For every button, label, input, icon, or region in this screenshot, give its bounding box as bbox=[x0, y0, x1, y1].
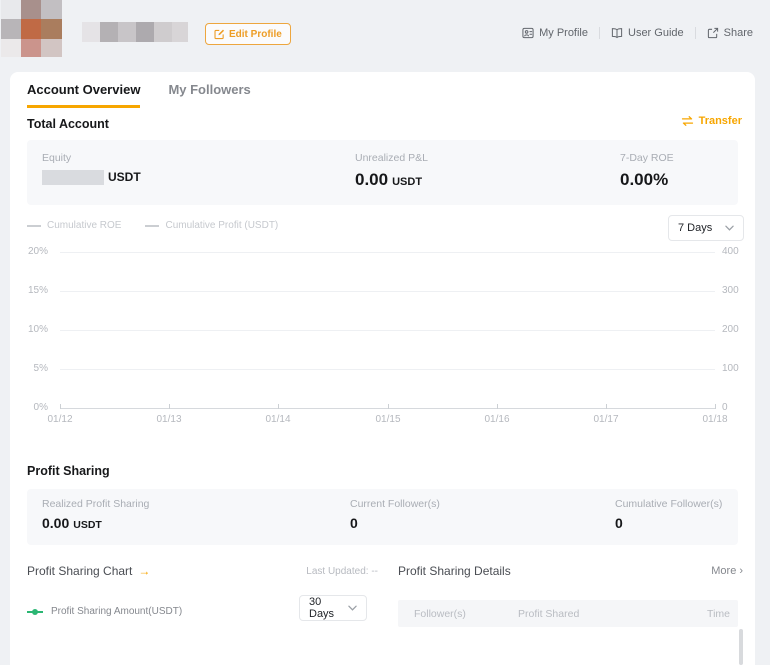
range-select-7-days-value: 7 Days bbox=[678, 222, 712, 234]
realized-profit-sharing-unit: USDT bbox=[73, 519, 102, 531]
y-right-tick: 300 bbox=[722, 285, 739, 296]
range-select-7-days[interactable]: 7 Days bbox=[668, 215, 744, 241]
edit-profile-button[interactable]: Edit Profile bbox=[205, 23, 291, 45]
y-left-tick: 0% bbox=[10, 402, 48, 413]
unrealized-pnl-unit: USDT bbox=[392, 176, 422, 188]
my-profile-label: My Profile bbox=[539, 27, 588, 39]
tab-my-followers[interactable]: My Followers bbox=[168, 82, 250, 108]
total-account-title: Total Account bbox=[27, 117, 109, 131]
header-links: My Profile User Guide Share bbox=[522, 27, 753, 39]
x-tick: 01/18 bbox=[702, 414, 727, 425]
y-left-tick: 5% bbox=[10, 363, 48, 374]
chevron-down-icon bbox=[348, 605, 357, 611]
chart-link-arrow-icon[interactable]: → bbox=[138, 564, 150, 578]
last-updated-text: Last Updated: -- bbox=[306, 566, 378, 577]
details-table-scrollbar[interactable] bbox=[739, 629, 743, 665]
x-tick: 01/16 bbox=[484, 414, 509, 425]
profit-sharing-stats-panel: Realized Profit Sharing 0.00 USDT Curren… bbox=[27, 489, 738, 545]
y-left-tick: 10% bbox=[10, 324, 48, 335]
transfer-label: Transfer bbox=[699, 115, 742, 127]
realized-profit-sharing-label: Realized Profit Sharing bbox=[42, 498, 149, 510]
account-chart-legend: Cumulative ROE Cumulative Profit (USDT) bbox=[27, 220, 278, 231]
equity-unit: USDT bbox=[108, 170, 141, 184]
y-right-tick: 400 bbox=[722, 246, 739, 257]
seven-day-roe-value: 0.00% bbox=[620, 170, 668, 190]
cumulative-followers-label: Cumulative Follower(s) bbox=[615, 498, 722, 510]
legend-cumulative-roe-label: Cumulative ROE bbox=[47, 220, 121, 231]
chevron-right-icon: › bbox=[739, 565, 743, 577]
legend-profit-sharing-amount[interactable]: Profit Sharing Amount(USDT) bbox=[27, 606, 182, 617]
details-table-header: Follower(s) Profit Shared Time bbox=[398, 600, 738, 627]
tab-account-overview[interactable]: Account Overview bbox=[27, 82, 140, 108]
line-swatch-icon bbox=[27, 225, 41, 227]
avatar bbox=[1, 0, 62, 57]
equity-value-redacted bbox=[42, 170, 104, 185]
tab-bar: Account Overview My Followers bbox=[27, 82, 251, 108]
x-tick: 01/15 bbox=[375, 414, 400, 425]
profit-sharing-amount-label: Profit Sharing Amount(USDT) bbox=[51, 606, 182, 617]
legend-cumulative-profit[interactable]: Cumulative Profit (USDT) bbox=[145, 220, 278, 231]
share-icon bbox=[707, 27, 719, 39]
range-select-30-days-value: 30 Days bbox=[309, 596, 348, 620]
user-guide-label: User Guide bbox=[628, 27, 684, 39]
x-tick: 01/14 bbox=[265, 414, 290, 425]
user-guide-link[interactable]: User Guide bbox=[611, 27, 684, 39]
profit-sharing-chart-header: Profit Sharing Chart → Last Updated: -- bbox=[27, 564, 378, 578]
my-profile-link[interactable]: My Profile bbox=[522, 27, 588, 39]
current-followers-value: 0 bbox=[350, 515, 358, 531]
line-swatch-icon bbox=[145, 225, 159, 227]
share-label: Share bbox=[724, 27, 753, 39]
legend-cumulative-profit-label: Cumulative Profit (USDT) bbox=[165, 220, 278, 231]
green-line-dot-icon bbox=[27, 611, 43, 613]
more-link[interactable]: More › bbox=[711, 565, 743, 577]
cumulative-followers-stat: Cumulative Follower(s) 0 bbox=[615, 498, 722, 531]
profit-sharing-details-header: Profit Sharing Details More › bbox=[398, 564, 743, 578]
equity-label: Equity bbox=[42, 152, 141, 164]
more-label: More bbox=[711, 565, 736, 577]
column-profit-shared: Profit Shared bbox=[518, 608, 707, 620]
chevron-down-icon bbox=[725, 225, 734, 231]
copy-trading-dashboard: Edit Profile My Profile User Guide Share… bbox=[0, 0, 770, 665]
profile-badge-icon bbox=[522, 27, 534, 39]
x-tick: 01/17 bbox=[593, 414, 618, 425]
column-time: Time bbox=[707, 608, 738, 620]
profit-sharing-details-title: Profit Sharing Details bbox=[398, 564, 511, 578]
seven-day-roe-stat: 7-Day ROE 0.00% bbox=[620, 152, 674, 190]
current-followers-label: Current Follower(s) bbox=[350, 498, 440, 510]
legend-cumulative-roe[interactable]: Cumulative ROE bbox=[27, 220, 121, 231]
cumulative-followers-value: 0 bbox=[615, 515, 623, 531]
range-select-30-days[interactable]: 30 Days bbox=[299, 595, 367, 621]
transfer-button[interactable]: Transfer bbox=[681, 115, 742, 127]
y-right-tick: 0 bbox=[722, 402, 728, 413]
edit-profile-label: Edit Profile bbox=[229, 29, 282, 40]
unrealized-pnl-value: 0.00 bbox=[355, 170, 388, 190]
y-right-tick: 100 bbox=[722, 363, 739, 374]
unrealized-pnl-stat: Unrealized P&L 0.00 USDT bbox=[355, 152, 428, 190]
y-left-tick: 15% bbox=[10, 285, 48, 296]
unrealized-pnl-label: Unrealized P&L bbox=[355, 152, 428, 164]
profit-sharing-chart-title: Profit Sharing Chart bbox=[27, 564, 132, 578]
y-right-tick: 200 bbox=[722, 324, 739, 335]
main-card: Account Overview My Followers Total Acco… bbox=[10, 72, 755, 665]
x-tick: 01/13 bbox=[156, 414, 181, 425]
current-followers-stat: Current Follower(s) 0 bbox=[350, 498, 440, 531]
divider bbox=[695, 27, 696, 39]
transfer-arrows-icon bbox=[681, 116, 694, 126]
equity-stat: Equity USDT bbox=[42, 152, 141, 185]
divider bbox=[599, 27, 600, 39]
seven-day-roe-label: 7-Day ROE bbox=[620, 152, 674, 164]
profit-sharing-title: Profit Sharing bbox=[27, 464, 110, 478]
realized-profit-sharing-stat: Realized Profit Sharing 0.00 USDT bbox=[42, 498, 149, 531]
y-left-tick: 20% bbox=[10, 246, 48, 257]
total-account-stats-panel: Equity USDT Unrealized P&L 0.00 USDT 7-D… bbox=[27, 140, 738, 205]
username-redacted bbox=[82, 22, 188, 42]
share-link[interactable]: Share bbox=[707, 27, 753, 39]
book-icon bbox=[611, 27, 623, 39]
column-followers: Follower(s) bbox=[398, 608, 518, 620]
x-tick: 01/12 bbox=[47, 414, 72, 425]
realized-profit-sharing-value: 0.00 bbox=[42, 515, 69, 531]
edit-pencil-icon bbox=[214, 29, 225, 40]
